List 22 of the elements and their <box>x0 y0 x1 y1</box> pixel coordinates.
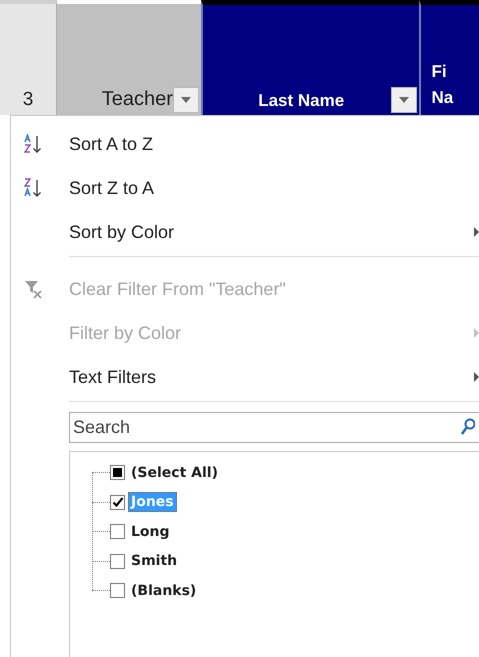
filter-dropdown-button[interactable] <box>172 87 199 113</box>
value-item[interactable]: (Select All) <box>128 462 221 483</box>
value-item[interactable]: (Blanks) <box>128 580 200 601</box>
menu-item[interactable]: Sort by Color <box>11 210 479 254</box>
menu-item[interactable]: Text Filters <box>11 355 479 399</box>
value-item[interactable]: Smith <box>128 551 180 572</box>
menu-item[interactable]: Sort Z to A <box>11 166 479 210</box>
checkbox[interactable] <box>110 524 125 540</box>
search-icon <box>461 418 475 436</box>
row-number: 3 <box>0 0 57 115</box>
checkbox[interactable] <box>110 554 125 569</box>
filter-dropdown-button[interactable] <box>391 87 418 113</box>
menu-item[interactable]: Sort A to Z <box>11 122 479 166</box>
search-field[interactable]: Search <box>69 412 479 443</box>
checkbox[interactable] <box>110 494 125 510</box>
checkbox[interactable] <box>110 465 125 480</box>
checkbox[interactable] <box>110 583 125 598</box>
value-item[interactable]: Long <box>128 522 173 542</box>
column-header[interactable]: Fi Na <box>419 0 479 115</box>
caret-icon <box>399 97 410 103</box>
caret-icon <box>180 97 191 103</box>
column-header[interactable]: Last Name <box>200 0 420 115</box>
